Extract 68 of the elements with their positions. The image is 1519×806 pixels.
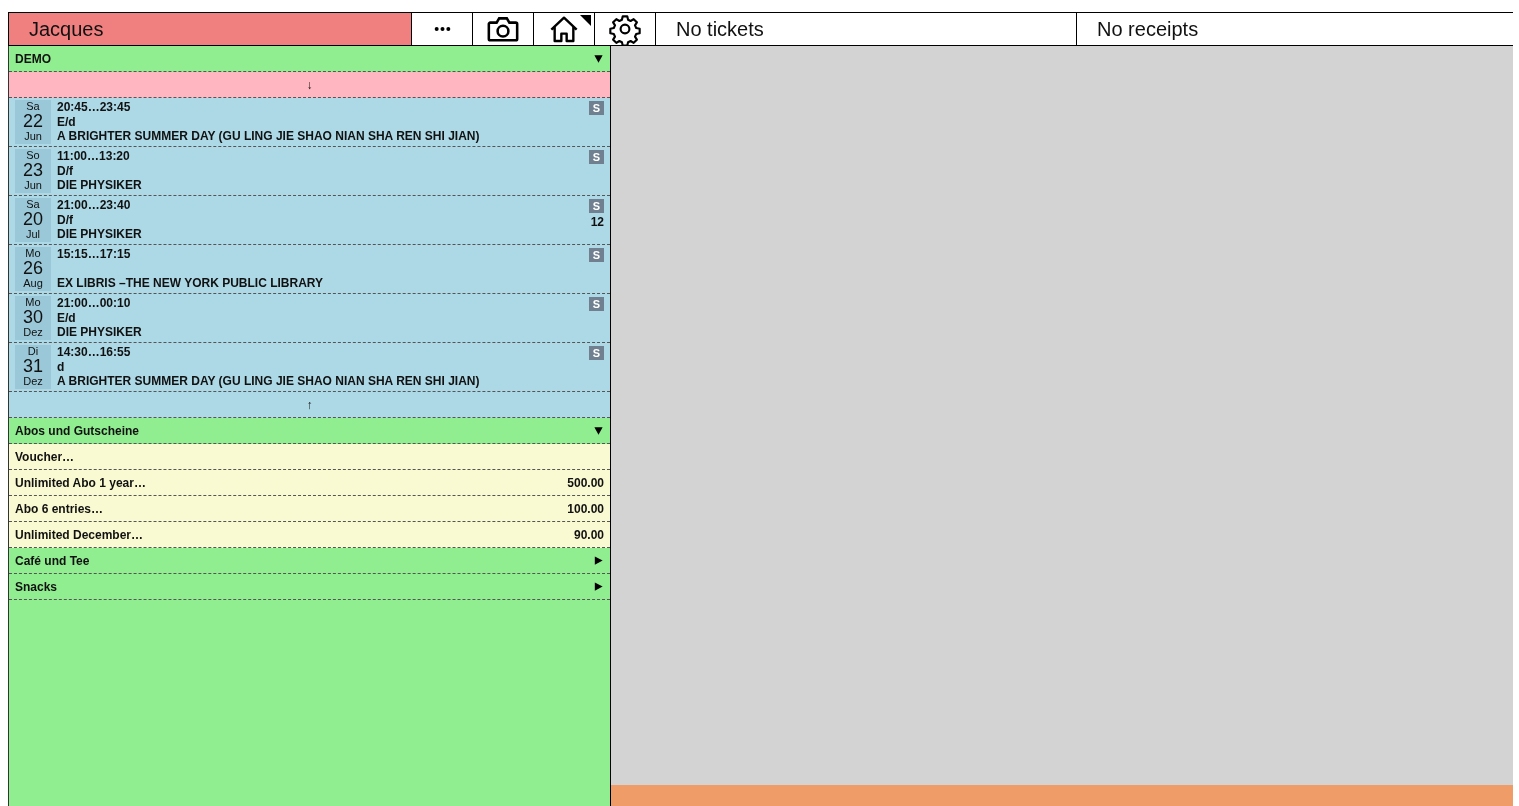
event-row[interactable]: Mo 30 Dez 21:00…00:10 E/d DIE PHYSIKER S [9,294,610,343]
scroll-down-button[interactable]: ↓ [9,72,610,98]
event-title: DIE PHYSIKER [57,325,143,340]
language-label: E/d [57,310,77,325]
weekday-label: Mo [25,247,41,259]
badge: S [588,150,604,164]
time-label: 14:30…16:55 [57,345,132,360]
time-label: 15:15…17:15 [57,247,132,262]
product-row[interactable]: Unlimited December… 90.00 [9,522,610,548]
product-row[interactable]: Unlimited Abo 1 year… 500.00 [9,470,610,496]
weekday-label: Mo [25,296,41,308]
product-row[interactable]: Voucher… [9,444,610,470]
month-label: Jul [25,228,41,241]
product-price: 500.00 [567,475,604,490]
month-label: Jun [24,179,42,192]
badge: S [588,346,604,360]
event-title: A BRIGHTER SUMMER DAY (GU LING JIE SHAO NIAN SHA REN SHI JIAN) [57,374,481,389]
section-title: Abos und Gutscheine [15,423,139,438]
event-title: A BRIGHTER SUMMER DAY (GU LING JIE SHAO NIAN SHA REN SHI JIAN) [57,129,481,144]
month-label: Aug [23,277,43,290]
event-title: DIE PHYSIKER [57,178,143,193]
badge: S [588,297,604,311]
scroll-up-button[interactable]: ↑ [9,392,610,418]
weekday-label: Sa [26,198,40,210]
day-label: 26 [23,259,43,277]
month-label: Jun [24,130,42,143]
language-label: d [57,359,66,374]
event-row[interactable]: Sa 20 Jul 21:00…23:40 D/f DIE PHYSIKER S 12 [9,196,610,245]
month-label: Dez [23,326,43,339]
day-label: 23 [23,161,43,179]
product-name: Voucher… [15,449,75,464]
product-name: Unlimited December… [15,527,144,542]
event-row[interactable]: Mo 26 Aug 15:15…17:15 EX LIBRIS –THE NEW YORK PUBLIC LIBRARY S [9,245,610,294]
event-row[interactable]: Di 31 Dez 14:30…16:55 d A BRIGHTER SUMMER DAY (GU LING JIE SHAO NIAN SHA REN SHI JIAN) S [9,343,610,392]
badge: S [588,101,604,115]
event-row[interactable]: Sa 22 Jun 20:45…23:45 E/d A BRIGHTER SUMMER DAY (GU LING JIE SHAO NIAN SHA REN SHI JIAN) S [9,98,610,147]
product-name: Unlimited Abo 1 year… [15,475,146,490]
day-label: 30 [23,308,43,326]
event-title: DIE PHYSIKER [57,227,143,242]
badge: S [588,248,604,262]
product-price: 90.00 [573,527,604,542]
weekday-label: Sa [26,100,40,112]
section-title: DEMO [15,51,51,66]
language-label: D/f [57,163,74,178]
event-row[interactable]: So 23 Jun 11:00…13:20 D/f DIE PHYSIKER S [9,147,610,196]
product-name: Abo 6 entries… [15,501,104,516]
time-label: 11:00…13:20 [57,149,131,164]
time-label: 21:00…00:10 [57,296,132,311]
product-row[interactable]: Abo 6 entries… 100.00 [9,496,610,522]
day-label: 31 [23,357,43,375]
badge: S [588,199,604,213]
home-button[interactable] [533,13,594,45]
month-label: Dez [23,375,43,388]
count-label: 12 [590,215,604,229]
language-label: D/f [57,212,74,227]
weekday-label: So [26,149,40,161]
section-title: Snacks [15,579,58,594]
section-title: Café und Tee [15,553,90,568]
more-icon [432,27,452,31]
time-label: 20:45…23:45 [57,100,132,115]
user-name[interactable]: Jacques [8,13,411,45]
product-price: 100.00 [567,501,604,516]
time-label: 21:00…23:40 [57,198,132,213]
weekday-label: Di [27,345,39,357]
event-title: EX LIBRIS –THE NEW YORK PUBLIC LIBRARY [57,276,325,291]
language-label: E/d [57,114,77,129]
day-label: 22 [23,112,43,130]
day-label: 20 [23,210,43,228]
